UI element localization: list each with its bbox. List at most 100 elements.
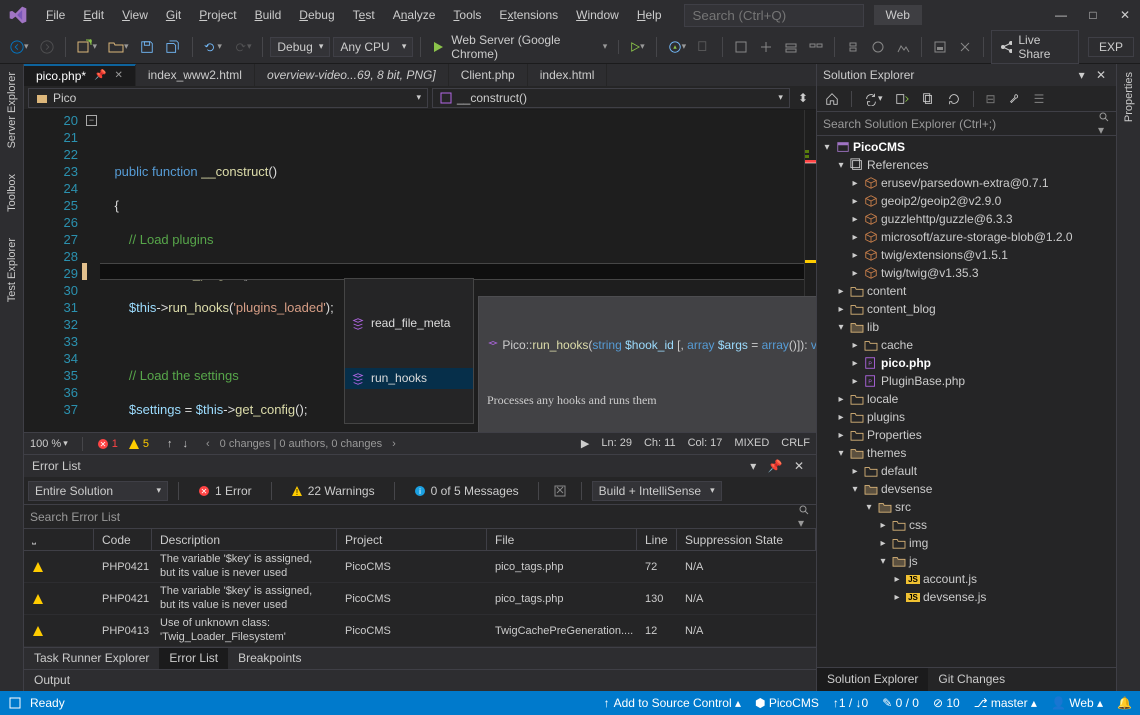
collapse-all-button[interactable]: ⊟ <box>982 89 1000 109</box>
close-panel-icon[interactable]: ✕ <box>790 456 808 476</box>
test-explorer-tab[interactable]: Test Explorer <box>4 234 20 306</box>
menu-project[interactable]: Project <box>191 4 244 26</box>
repo-name[interactable]: ⬢ PicoCMS <box>755 696 819 710</box>
tree-node[interactable]: ▾ devsense <box>817 480 1116 498</box>
tb-icon-1[interactable] <box>730 37 752 57</box>
tree-node[interactable]: ▸ twig/twig@v1.35.3 <box>817 264 1116 282</box>
save-all-button[interactable] <box>161 37 185 57</box>
panel-options-icon[interactable]: ▾ <box>1075 65 1089 85</box>
intellisense-item-selected[interactable]: run_hooks <box>345 368 473 389</box>
error-row[interactable]: PHP0421 The variable '$key' is assigned,… <box>24 551 816 583</box>
warnings-toggle[interactable]: !22 Warnings <box>282 480 384 502</box>
branch-name[interactable]: ⎇ master ▴ <box>974 696 1037 710</box>
nav-context-combo[interactable]: Pico▾ <box>28 88 428 108</box>
expand-arrow-icon[interactable]: ▸ <box>849 268 861 279</box>
tb-icon-4[interactable] <box>805 37 827 57</box>
tree-node[interactable]: ▸ twig/extensions@v1.5.1 <box>817 246 1116 264</box>
code-content[interactable]: public function __construct() { // Load … <box>100 110 816 432</box>
tb-icon-6[interactable] <box>867 37 889 57</box>
tree-node[interactable]: ▸ plugins <box>817 408 1116 426</box>
expand-arrow-icon[interactable]: ▸ <box>835 394 847 405</box>
menu-view[interactable]: View <box>114 4 156 26</box>
tree-node[interactable]: ▸ microsoft/azure-storage-blob@1.2.0 <box>817 228 1116 246</box>
error-scope-combo[interactable]: Entire Solution▾ <box>28 481 168 501</box>
start-without-debug-button[interactable]: ▾ <box>626 38 649 55</box>
breakpoints-tab[interactable]: Breakpoints <box>228 648 311 669</box>
config-combo[interactable]: Debug▾ <box>270 37 330 57</box>
tree-node[interactable]: ▾ PicoCMS <box>817 138 1116 156</box>
add-source-control[interactable]: ↑Add to Source Control ▴ <box>604 696 741 710</box>
editor-tab-pico[interactable]: pico.php*📌✕ <box>24 64 136 86</box>
clear-filter-icon[interactable] <box>549 481 571 501</box>
tb-icon-7[interactable] <box>892 37 914 57</box>
tree-node[interactable]: ▾ References <box>817 156 1116 174</box>
close-panel-icon[interactable]: ✕ <box>1092 65 1110 85</box>
fold-column[interactable]: − <box>86 110 100 432</box>
error-list-columns[interactable]: ⎵ Code Description Project File Line Sup… <box>24 529 816 551</box>
editor-tab-index-html[interactable]: index.html <box>528 64 608 86</box>
new-project-button[interactable]: ✦▾ <box>72 36 101 58</box>
expand-arrow-icon[interactable]: ▸ <box>849 232 861 243</box>
expand-arrow-icon[interactable]: ▸ <box>849 178 861 189</box>
menu-window[interactable]: Window <box>568 4 627 26</box>
expand-arrow-icon[interactable]: ▸ <box>849 376 861 387</box>
tb-icon-5[interactable] <box>842 37 864 57</box>
messages-toggle[interactable]: i0 of 5 Messages <box>405 480 528 502</box>
tree-node[interactable]: ▸ content_blog <box>817 300 1116 318</box>
pin-icon[interactable]: 📌 <box>94 70 106 81</box>
tree-node[interactable]: ▾ src <box>817 498 1116 516</box>
menu-build[interactable]: Build <box>247 4 290 26</box>
error-list-search[interactable]: Search Error List ▾ <box>24 505 816 529</box>
tree-node[interactable]: ▸ P pico.php <box>817 354 1116 372</box>
menu-analyze[interactable]: Analyze <box>385 4 444 26</box>
notifications-icon[interactable]: 🔔 <box>1117 696 1132 710</box>
preview-button[interactable]: ☰ <box>1030 89 1049 109</box>
tree-node[interactable]: ▸ img <box>817 534 1116 552</box>
intellisense-popup[interactable]: read_file_meta run_hooks <box>344 278 474 424</box>
nav-member-combo[interactable]: __construct()▾ <box>432 88 790 108</box>
error-row[interactable]: PHP0413 Use of unknown class: 'Twig_Load… <box>24 615 816 647</box>
tree-node[interactable]: ▸ css <box>817 516 1116 534</box>
expand-arrow-icon[interactable]: ▾ <box>821 142 833 153</box>
nav-fwd-button[interactable] <box>36 37 58 57</box>
tb-icon-8[interactable] <box>929 37 951 57</box>
menu-debug[interactable]: Debug <box>291 4 342 26</box>
error-source-combo[interactable]: Build + IntelliSense▾ <box>592 481 722 501</box>
pin-panel-icon[interactable]: 📌 <box>764 456 787 476</box>
menu-edit[interactable]: Edit <box>75 4 112 26</box>
redo-button[interactable]: ▾ <box>229 37 256 57</box>
solution-explorer-btab[interactable]: Solution Explorer <box>817 668 928 691</box>
expand-arrow-icon[interactable]: ▾ <box>849 484 861 495</box>
tree-node[interactable]: ▸ JS account.js <box>817 570 1116 588</box>
tree-node[interactable]: ▸ default <box>817 462 1116 480</box>
editor-tab-overview[interactable]: overview-video...69, 8 bit, PNG] <box>255 64 449 86</box>
tree-node[interactable]: ▾ themes <box>817 444 1116 462</box>
zoom-level[interactable]: 100 % <box>30 438 61 450</box>
minimize-button[interactable]: — <box>1054 8 1068 22</box>
expand-arrow-icon[interactable]: ▸ <box>849 358 861 369</box>
errors-toggle[interactable]: ✕1 Error <box>189 480 261 502</box>
solution-tree[interactable]: ▾ PicoCMS ▾ References ▸ erusev/parsedow… <box>817 136 1116 667</box>
menu-tools[interactable]: Tools <box>445 4 489 26</box>
find-in-files-button[interactable] <box>693 37 715 57</box>
start-debug-button[interactable] <box>428 38 448 56</box>
platform-combo[interactable]: Any CPU▾ <box>333 37 413 57</box>
quick-search[interactable] <box>684 4 864 27</box>
error-list-tab[interactable]: Error List <box>159 648 228 669</box>
tree-node[interactable]: ▸ content <box>817 282 1116 300</box>
expand-arrow-icon[interactable]: ▸ <box>849 250 861 261</box>
exp-badge[interactable]: EXP <box>1088 37 1134 57</box>
server-explorer-tab[interactable]: Server Explorer <box>4 68 20 152</box>
nav-back-button[interactable]: ▾ <box>6 37 33 57</box>
menu-help[interactable]: Help <box>629 4 670 26</box>
properties-tab[interactable]: Properties <box>1121 68 1137 126</box>
git-changes-btab[interactable]: Git Changes <box>928 668 1015 691</box>
error-row[interactable]: PHP0421 The variable '$key' is assigned,… <box>24 583 816 615</box>
tb-icon-9[interactable] <box>954 37 976 57</box>
menu-git[interactable]: Git <box>158 4 189 26</box>
expand-arrow-icon[interactable]: ▾ <box>835 160 847 171</box>
expand-arrow-icon[interactable]: ▸ <box>891 592 903 603</box>
browser-link-button[interactable]: ▾ <box>664 37 691 57</box>
maximize-button[interactable]: □ <box>1086 8 1100 22</box>
tree-node[interactable]: ▸ JS devsense.js <box>817 588 1116 606</box>
